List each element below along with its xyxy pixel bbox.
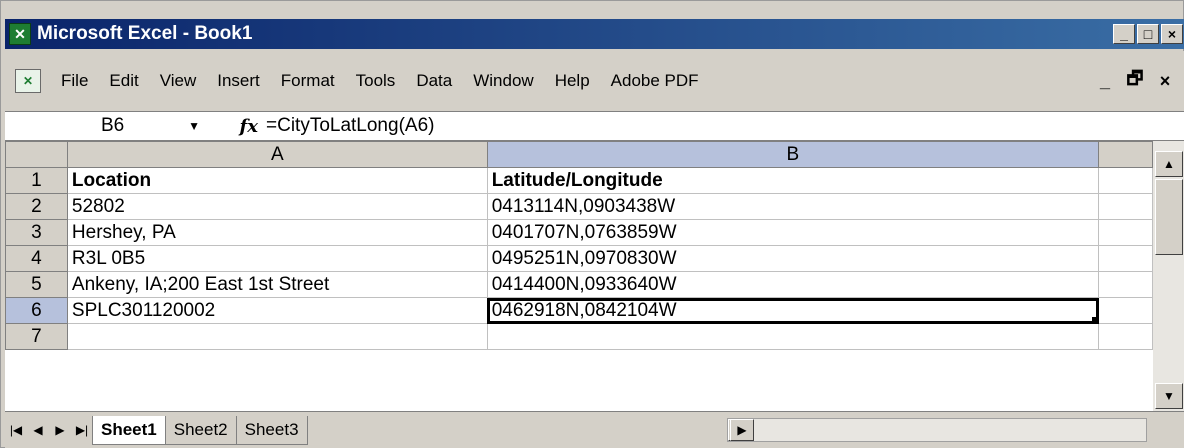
sheet-tab-bar: |◀ ◀ ▶ ▶| Sheet1 Sheet2 Sheet3 ◀ ▶ bbox=[5, 411, 1184, 448]
table-row: 5 Ankeny, IA;200 East 1st Street 0414400… bbox=[5, 271, 1153, 298]
cell-c1[interactable] bbox=[1098, 167, 1153, 194]
cell-table: A B 1 Location Latitude/Longitude 2 5280… bbox=[5, 141, 1153, 350]
cell-b1[interactable]: Latitude/Longitude bbox=[486, 167, 1100, 194]
window-title: Microsoft Excel - Book1 bbox=[37, 23, 253, 44]
cell-a6[interactable]: SPLC301120002 bbox=[66, 297, 488, 324]
formula-bar: B6 ▼ fx =CityToLatLong(A6) bbox=[5, 111, 1184, 141]
excel-app-icon[interactable]: ✕ bbox=[9, 23, 31, 45]
prev-sheet-icon[interactable]: ◀ bbox=[27, 423, 49, 437]
scroll-thumb[interactable] bbox=[1155, 179, 1183, 255]
row-header[interactable]: 2 bbox=[5, 193, 68, 220]
title-bar: ✕ Microsoft Excel - Book1 _ □ × bbox=[5, 19, 1184, 49]
worksheet-grid: A B 1 Location Latitude/Longitude 2 5280… bbox=[5, 141, 1153, 411]
cell-c3[interactable] bbox=[1098, 219, 1153, 246]
scroll-down-button[interactable]: ▼ bbox=[1155, 383, 1183, 409]
cell-a1[interactable]: Location bbox=[66, 167, 488, 194]
cell-c4[interactable] bbox=[1098, 245, 1153, 272]
cell-b6-selected[interactable]: 0462918N,0842104W bbox=[486, 297, 1100, 324]
cell-a5[interactable]: Ankeny, IA;200 East 1st Street bbox=[66, 271, 488, 298]
insert-function-icon[interactable]: fx bbox=[200, 116, 266, 137]
cell-c6[interactable] bbox=[1098, 297, 1153, 324]
menu-window[interactable]: Window bbox=[465, 71, 541, 91]
menu-format[interactable]: Format bbox=[273, 71, 343, 91]
minimize-button[interactable]: _ bbox=[1113, 24, 1135, 44]
workbook-icon[interactable]: ✕ bbox=[15, 69, 41, 93]
table-row: 3 Hershey, PA 0401707N,0763859W bbox=[5, 219, 1153, 246]
fill-handle[interactable] bbox=[1092, 317, 1098, 323]
cell-b3[interactable]: 0401707N,0763859W bbox=[486, 219, 1100, 246]
menu-adobe-pdf[interactable]: Adobe PDF bbox=[603, 71, 707, 91]
cell-c7[interactable] bbox=[1098, 323, 1153, 350]
scroll-right-button[interactable]: ▶ bbox=[730, 419, 754, 441]
cell-b5[interactable]: 0414400N,0933640W bbox=[486, 271, 1100, 298]
cell-c2[interactable] bbox=[1098, 193, 1153, 220]
name-box[interactable]: B6 ▼ bbox=[5, 115, 200, 137]
menu-tools[interactable]: Tools bbox=[348, 71, 404, 91]
row-header[interactable]: 1 bbox=[5, 167, 68, 194]
name-box-value[interactable]: B6 bbox=[101, 115, 188, 137]
cell-b2[interactable]: 0413114N,0903438W bbox=[486, 193, 1100, 220]
maximize-button[interactable]: □ bbox=[1137, 24, 1159, 44]
column-header-row: A B bbox=[5, 141, 1153, 168]
close-button[interactable]: × bbox=[1161, 24, 1183, 44]
cell-b4[interactable]: 0495251N,0970830W bbox=[486, 245, 1100, 272]
menu-view[interactable]: View bbox=[152, 71, 205, 91]
menu-data[interactable]: Data bbox=[408, 71, 460, 91]
menu-edit[interactable]: Edit bbox=[101, 71, 146, 91]
chevron-down-icon[interactable]: ▼ bbox=[188, 119, 200, 133]
cell-a4[interactable]: R3L 0B5 bbox=[66, 245, 488, 272]
row-header[interactable]: 7 bbox=[5, 323, 68, 350]
cell-b6-value: 0462918N,0842104W bbox=[491, 299, 677, 321]
vertical-scrollbar[interactable]: ▲ ▼ bbox=[1153, 141, 1184, 411]
excel-window: ✕ Microsoft Excel - Book1 _ □ × ✕ File E… bbox=[0, 0, 1184, 448]
menu-bar: ✕ File Edit View Insert Format Tools Dat… bbox=[5, 51, 1184, 111]
doc-minimize-button[interactable]: _ bbox=[1095, 71, 1115, 92]
sheet-tab-3[interactable]: Sheet3 bbox=[235, 415, 308, 445]
sheet-tab-2[interactable]: Sheet2 bbox=[164, 415, 237, 445]
first-sheet-icon[interactable]: |◀ bbox=[5, 423, 27, 437]
cell-b7[interactable] bbox=[486, 323, 1100, 350]
table-row: 1 Location Latitude/Longitude bbox=[5, 167, 1153, 194]
table-row: 4 R3L 0B5 0495251N,0970830W bbox=[5, 245, 1153, 272]
doc-restore-button[interactable]: 🗗 bbox=[1125, 66, 1145, 96]
cell-a3[interactable]: Hershey, PA bbox=[66, 219, 488, 246]
column-header-a[interactable]: A bbox=[66, 141, 488, 168]
doc-close-button[interactable]: × bbox=[1155, 71, 1175, 92]
table-row: 6 SPLC301120002 0462918N,0842104W bbox=[5, 297, 1153, 324]
menu-help[interactable]: Help bbox=[547, 71, 598, 91]
horizontal-scrollbar[interactable]: ◀ ▶ bbox=[727, 418, 1147, 442]
row-header[interactable]: 6 bbox=[5, 297, 68, 324]
row-header[interactable]: 5 bbox=[5, 271, 68, 298]
menu-file[interactable]: File bbox=[53, 71, 96, 91]
next-sheet-icon[interactable]: ▶ bbox=[49, 423, 71, 437]
cell-a2[interactable]: 52802 bbox=[66, 193, 488, 220]
formula-input[interactable]: =CityToLatLong(A6) bbox=[266, 115, 434, 137]
cell-c5[interactable] bbox=[1098, 271, 1153, 298]
row-header[interactable]: 4 bbox=[5, 245, 68, 272]
select-all-corner[interactable] bbox=[5, 141, 68, 168]
scroll-up-button[interactable]: ▲ bbox=[1155, 151, 1183, 177]
column-header-c[interactable] bbox=[1098, 141, 1153, 168]
sheet-tab-1[interactable]: Sheet1 bbox=[92, 415, 166, 445]
column-header-b[interactable]: B bbox=[486, 141, 1100, 168]
row-header[interactable]: 3 bbox=[5, 219, 68, 246]
table-row: 2 52802 0413114N,0903438W bbox=[5, 193, 1153, 220]
menu-insert[interactable]: Insert bbox=[209, 71, 268, 91]
cell-a7[interactable] bbox=[66, 323, 488, 350]
table-row: 7 bbox=[5, 323, 1153, 350]
last-sheet-icon[interactable]: ▶| bbox=[71, 423, 93, 437]
